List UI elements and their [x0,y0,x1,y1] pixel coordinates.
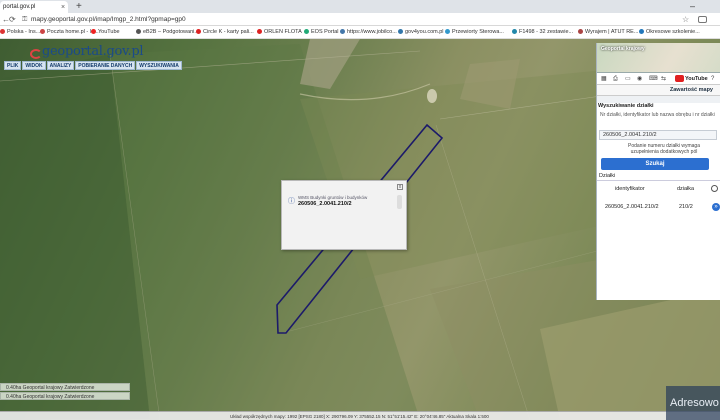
parcels-table: identyfikator działka 260506_2.0041.210/… [597,180,720,230]
search-button[interactable]: Szukaj [601,158,709,170]
menu-item-wyszukiwania[interactable]: WYSZUKIWANIA [136,61,182,70]
popup-scrollbar[interactable] [397,195,402,209]
bookmark-item[interactable]: Wyrajem | ATUT RE... [578,26,638,38]
layers-list: 0.40ha Geoportal krajowy Zatwierdzone 0.… [0,383,130,409]
info-icon: ⓘ [288,198,295,205]
youtube-icon[interactable] [675,75,684,82]
bookmark-item[interactable]: eB2B – Podgotowani... [136,26,199,38]
parcel-search-input[interactable]: 260506_2.0041.210/2 [599,130,717,140]
bookmark-item[interactable]: Poczta home.pl - lo... [40,26,99,38]
bookmark-favicon-icon [91,29,96,34]
bookmark-item[interactable]: Circle K - karty pali... [196,26,254,38]
camera-icon[interactable]: ◉ [637,75,642,83]
column-header-parcel: działka [677,186,695,192]
bookmark-item[interactable]: Przewiorty Sterowa... [445,26,504,38]
bookmark-item[interactable]: EOS Portal [304,26,339,38]
menu-item-plik[interactable]: PLIK [4,61,22,70]
parcels-label: Działki [599,173,616,179]
reload-icon[interactable]: ⟳ [9,13,16,26]
bookmark-favicon-icon [196,29,201,34]
layers-icon[interactable]: ▦ [601,75,607,83]
minimize-icon[interactable]: – [690,0,695,13]
geoportal-logo-icon [30,49,42,59]
bookmark-favicon-icon [512,29,517,34]
bookmark-item[interactable]: Polska - Ins... [0,26,40,38]
feature-info-popup: x ⓘ WMS Budynki gruntów i budynków 26050… [281,180,407,250]
geoportal-logo[interactable]: geoportal.gov.pl [42,44,144,59]
print-icon[interactable]: ⎙ [613,75,618,83]
popup-close-icon[interactable]: x [397,184,403,190]
tab-title: portal.gov.pl [3,4,36,10]
youtube-label[interactable]: YouTube [685,75,708,83]
watermark: Adresowo [666,386,720,420]
bookmark-item[interactable]: YouTube [91,26,120,38]
bookmarks-bar: Polska - Ins... Poczta home.pl - lo... Y… [0,26,720,39]
table-row-identifier[interactable]: 260506_2.0041.210/2 [605,204,659,210]
map-contents-button[interactable]: Zawartość mapy [597,85,720,96]
bookmark-favicon-icon [639,29,644,34]
bookmark-favicon-icon [136,29,141,34]
minimap-title: Geoportal krajowy [601,46,645,52]
bookmark-item[interactable]: F1498 - 32 zestawie... [512,26,573,38]
bookmark-favicon-icon [304,29,309,34]
popup-parcel-id: 260506_2.0041.210/2 [298,201,352,207]
extensions-icon[interactable] [698,16,707,23]
bookmark-item[interactable]: gov4you.com.pl [398,26,444,38]
row-action-icon[interactable]: » [712,203,720,211]
select-all-icon[interactable] [711,185,718,192]
arrow-icon[interactable]: ⇆ [661,75,666,83]
layer-row[interactable]: 0.40ha Geoportal krajowy Zatwierdzone [0,383,130,391]
bookmark-favicon-icon [0,29,5,34]
bookmark-item[interactable]: Okresowe szkolenie... [639,26,700,38]
lock-icon[interactable]: ⚿ [22,14,27,25]
browser-tab-bar: portal.gov.pl × + – [0,0,720,13]
search-title: Wyszukiwanie działki [598,103,654,109]
bookmark-item[interactable]: https://www.jobilco... [340,26,397,38]
coordinates-status-bar: Układ współrzędnych mapy: 1992 [EPSG 218… [0,411,720,420]
layer-row[interactable]: 0.40ha Geoportal krajowy Zatwierdzone [0,392,130,400]
main-menu: PLIK WIDOK ANALIZY POBIERANIE DANYCH WYS… [4,61,183,70]
overview-minimap[interactable]: Geoportal krajowy [597,43,720,73]
menu-item-pobieranie-danych[interactable]: POBIERANIE DANYCH [75,61,136,70]
bookmark-favicon-icon [40,29,45,34]
menu-item-widok[interactable]: WIDOK [22,61,46,70]
select-icon[interactable]: ▭ [625,75,631,83]
url-text[interactable]: mapy.geoportal.gov.pl/imap/Imgp_2.html?g… [31,13,186,26]
new-tab-icon[interactable]: + [76,0,82,13]
popup-title: WMS Budynki gruntów i budynków [298,195,368,200]
search-hint: Nr działki, identyfikator lub nazwa obrę… [600,112,715,118]
bookmark-favicon-icon [257,29,262,34]
right-panel: Geoportal krajowy ▦ ⎙ ▭ ◉ ⌨ ⇆ YouTube ? … [596,43,720,300]
bookmark-item[interactable]: ORLEN FLOTA [257,26,302,38]
parcel-search-section: Wyszukiwanie działki Nr działki, identyf… [597,103,720,300]
bookmark-favicon-icon [578,29,583,34]
bookmark-favicon-icon [340,29,345,34]
help-icon[interactable]: ? [711,75,714,83]
tab-close-icon[interactable]: × [61,2,65,13]
search-note: Podanie numeru działki wymaga uzupełnien… [628,143,700,155]
bookmark-favicon-icon [398,29,403,34]
bookmark-star-icon[interactable]: ☆ [682,13,689,26]
menu-item-analizy[interactable]: ANALIZY [46,61,75,70]
table-row-parcel[interactable]: 210/2 [679,204,693,210]
keyboard-icon[interactable]: ⌨ [649,75,658,83]
column-header-identifier: identyfikator [615,186,645,192]
panel-toolbar: ▦ ⎙ ▭ ◉ ⌨ ⇆ YouTube ? [597,73,720,85]
browser-tab[interactable]: portal.gov.pl × [0,1,68,13]
address-bar: ← ⟳ ⚿ mapy.geoportal.gov.pl/imap/Imgp_2.… [0,13,720,26]
bookmark-favicon-icon [445,29,450,34]
